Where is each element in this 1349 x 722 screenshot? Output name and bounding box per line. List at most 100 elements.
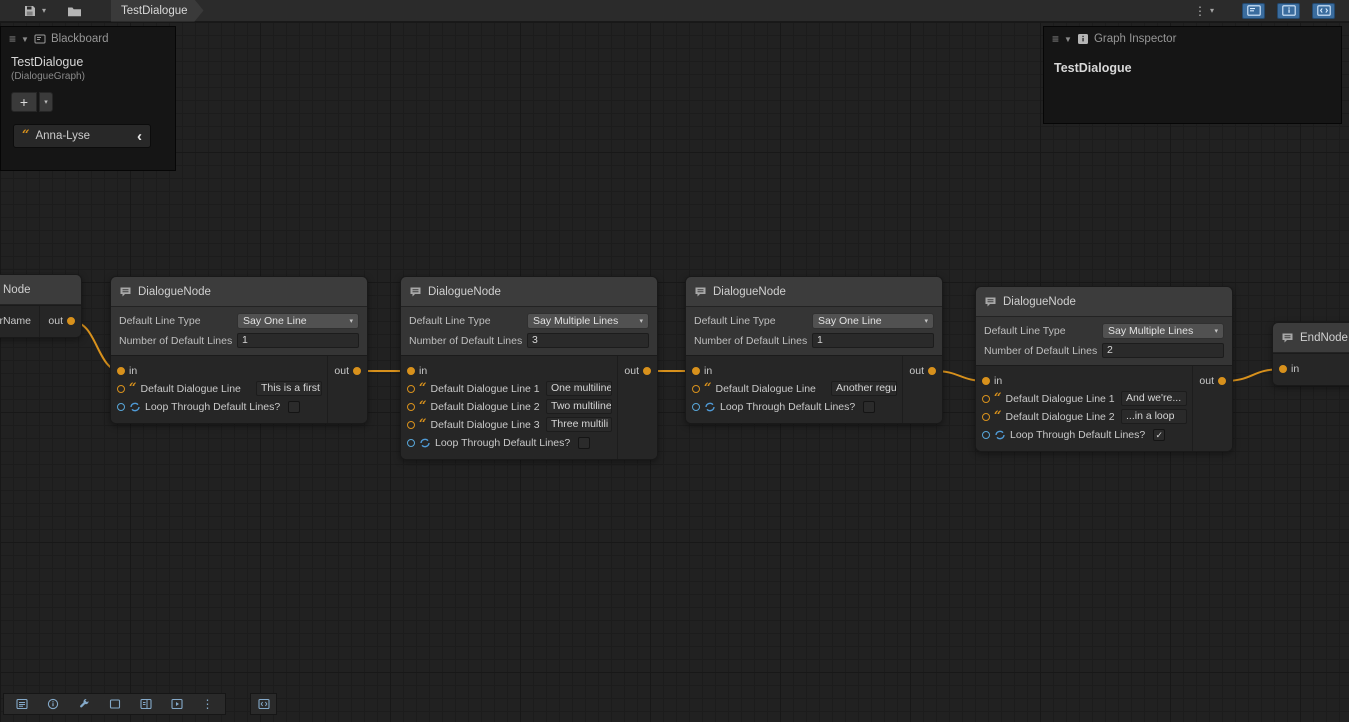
in-port-label: in xyxy=(129,365,137,377)
dialogue-line-label: Default Dialogue Line xyxy=(715,383,815,395)
num-lines-field[interactable]: 2 xyxy=(1102,343,1224,358)
blackboard-header[interactable]: ≡ ▼ Blackboard xyxy=(1,27,175,51)
dialogue-line-field[interactable]: This is a first xyxy=(256,381,322,396)
loop-icon xyxy=(419,437,431,449)
tab-label: TestDialogue xyxy=(121,5,187,17)
dialogue-node-3[interactable]: DialogueNode Default Line Type Say One L… xyxy=(685,276,943,424)
save-button[interactable] xyxy=(20,2,40,20)
in-port[interactable] xyxy=(117,367,125,375)
graph-breadcrumb-tab[interactable]: TestDialogue xyxy=(111,0,203,22)
out-port[interactable] xyxy=(67,317,75,325)
dialogue-line-field[interactable]: Two multiline xyxy=(546,399,612,414)
console-button[interactable] xyxy=(6,694,37,714)
bottom-toolbar: ⋮ xyxy=(3,693,226,715)
node-title-bar[interactable]: DialogueNode xyxy=(401,277,657,307)
num-lines-field[interactable]: 1 xyxy=(812,333,934,348)
add-variable-dropdown[interactable]: ▾ xyxy=(39,92,53,112)
loop-checkbox[interactable] xyxy=(578,437,590,449)
hamburger-icon[interactable]: ≡ xyxy=(9,32,16,46)
code-panel-icon xyxy=(1317,5,1331,16)
preview-button[interactable] xyxy=(161,694,192,714)
folder-icon xyxy=(67,5,82,17)
loop-checkbox[interactable] xyxy=(288,401,300,413)
quote-icon: “ xyxy=(704,385,711,393)
dialogue-line-port[interactable] xyxy=(692,385,700,393)
inspector-header[interactable]: ≡ ▼ Graph Inspector xyxy=(1044,27,1341,51)
loop-checkbox[interactable]: ✓ xyxy=(1153,429,1165,441)
toggle-blackboard-button[interactable] xyxy=(1242,3,1265,19)
dialogue-node-1[interactable]: DialogueNode Default Line Type Say One L… xyxy=(110,276,368,424)
dialogue-line-field[interactable]: One multiline xyxy=(546,381,612,396)
dialogue-line-port[interactable] xyxy=(117,385,125,393)
dialogue-line-port[interactable] xyxy=(982,395,990,403)
line-type-dropdown[interactable]: Say One Line ▾ xyxy=(812,313,934,329)
node-title-bar[interactable]: DialogueNode xyxy=(976,287,1232,317)
code-preview-button[interactable] xyxy=(250,693,277,715)
blackboard-toggle-button[interactable] xyxy=(130,694,161,714)
end-node-icon xyxy=(1281,332,1294,344)
out-port-label: out xyxy=(48,315,63,327)
quote-icon: “ xyxy=(419,403,426,411)
loop-port[interactable] xyxy=(407,439,415,447)
end-node[interactable]: EndNode in xyxy=(1272,322,1349,386)
dropdown-value: Say One Line xyxy=(818,315,882,327)
open-asset-button[interactable] xyxy=(64,2,85,20)
node-title-bar[interactable]: DialogueNode xyxy=(686,277,942,307)
node-title-bar[interactable]: Node xyxy=(0,275,81,305)
dialogue-line-port[interactable] xyxy=(407,403,415,411)
line-type-dropdown[interactable]: Say Multiple Lines ▾ xyxy=(527,313,649,329)
line-type-dropdown[interactable]: Say Multiple Lines ▾ xyxy=(1102,323,1224,339)
out-port[interactable] xyxy=(928,367,936,375)
info-button[interactable] xyxy=(37,694,68,714)
node-title-bar[interactable]: EndNode xyxy=(1273,323,1349,353)
loop-icon xyxy=(994,429,1006,441)
in-port[interactable] xyxy=(407,367,415,375)
chevron-left-icon[interactable]: ‹ xyxy=(137,129,142,144)
in-port[interactable] xyxy=(1279,365,1287,373)
loop-port[interactable] xyxy=(117,403,125,411)
num-lines-field[interactable]: 3 xyxy=(527,333,649,348)
frame-button[interactable] xyxy=(99,694,130,714)
loop-port[interactable] xyxy=(692,403,700,411)
toolbar-more-button[interactable]: ⋮ ▾ xyxy=(1194,4,1214,18)
collapse-arrow-icon[interactable]: ▼ xyxy=(1064,35,1072,44)
add-variable-button[interactable]: + xyxy=(11,92,37,112)
out-port[interactable] xyxy=(353,367,361,375)
toggle-preview-button[interactable] xyxy=(1312,3,1335,19)
in-port[interactable] xyxy=(692,367,700,375)
node-title-bar[interactable]: DialogueNode xyxy=(111,277,367,307)
collapse-arrow-icon[interactable]: ▼ xyxy=(21,35,29,44)
dialogue-line-field[interactable]: ...in a loop xyxy=(1121,409,1187,424)
tools-button[interactable] xyxy=(68,694,99,714)
field-label: Default Line Type xyxy=(694,315,812,327)
loop-icon xyxy=(704,401,716,413)
dialogue-line-field[interactable]: And we're... xyxy=(1121,391,1187,406)
save-dropdown-arrow[interactable]: ▾ xyxy=(42,6,46,15)
chevron-down-icon: ▾ xyxy=(920,317,928,325)
start-node[interactable]: Node kerName out xyxy=(0,274,82,338)
dialogue-node-icon xyxy=(984,296,997,308)
dialogue-line-port[interactable] xyxy=(407,421,415,429)
hamburger-icon[interactable]: ≡ xyxy=(1052,32,1059,46)
node-title: DialogueNode xyxy=(713,286,786,298)
dialogue-node-4[interactable]: DialogueNode Default Line Type Say Multi… xyxy=(975,286,1233,452)
out-port[interactable] xyxy=(643,367,651,375)
dialogue-node-2[interactable]: DialogueNode Default Line Type Say Multi… xyxy=(400,276,658,460)
dialogue-line-port[interactable] xyxy=(982,413,990,421)
in-port[interactable] xyxy=(982,377,990,385)
dialogue-line-field[interactable]: Another regu xyxy=(831,381,897,396)
quote-icon: “ xyxy=(129,385,136,393)
out-port[interactable] xyxy=(1218,377,1226,385)
bottom-more-button[interactable]: ⋮ xyxy=(192,694,223,714)
toggle-inspector-button[interactable] xyxy=(1277,3,1300,19)
dialogue-line-port[interactable] xyxy=(407,385,415,393)
num-lines-field[interactable]: 1 xyxy=(237,333,359,348)
line-type-dropdown[interactable]: Say One Line ▾ xyxy=(237,313,359,329)
dialogue-node-icon xyxy=(694,286,707,298)
dialogue-line-field[interactable]: Three multili xyxy=(546,417,612,432)
loop-checkbox[interactable] xyxy=(863,401,875,413)
loop-port[interactable] xyxy=(982,431,990,439)
field-label: Number of Default Lines xyxy=(119,335,237,347)
blackboard-variable-item[interactable]: “ Anna-Lyse ‹ xyxy=(13,124,151,148)
in-port-label: in xyxy=(419,365,427,377)
